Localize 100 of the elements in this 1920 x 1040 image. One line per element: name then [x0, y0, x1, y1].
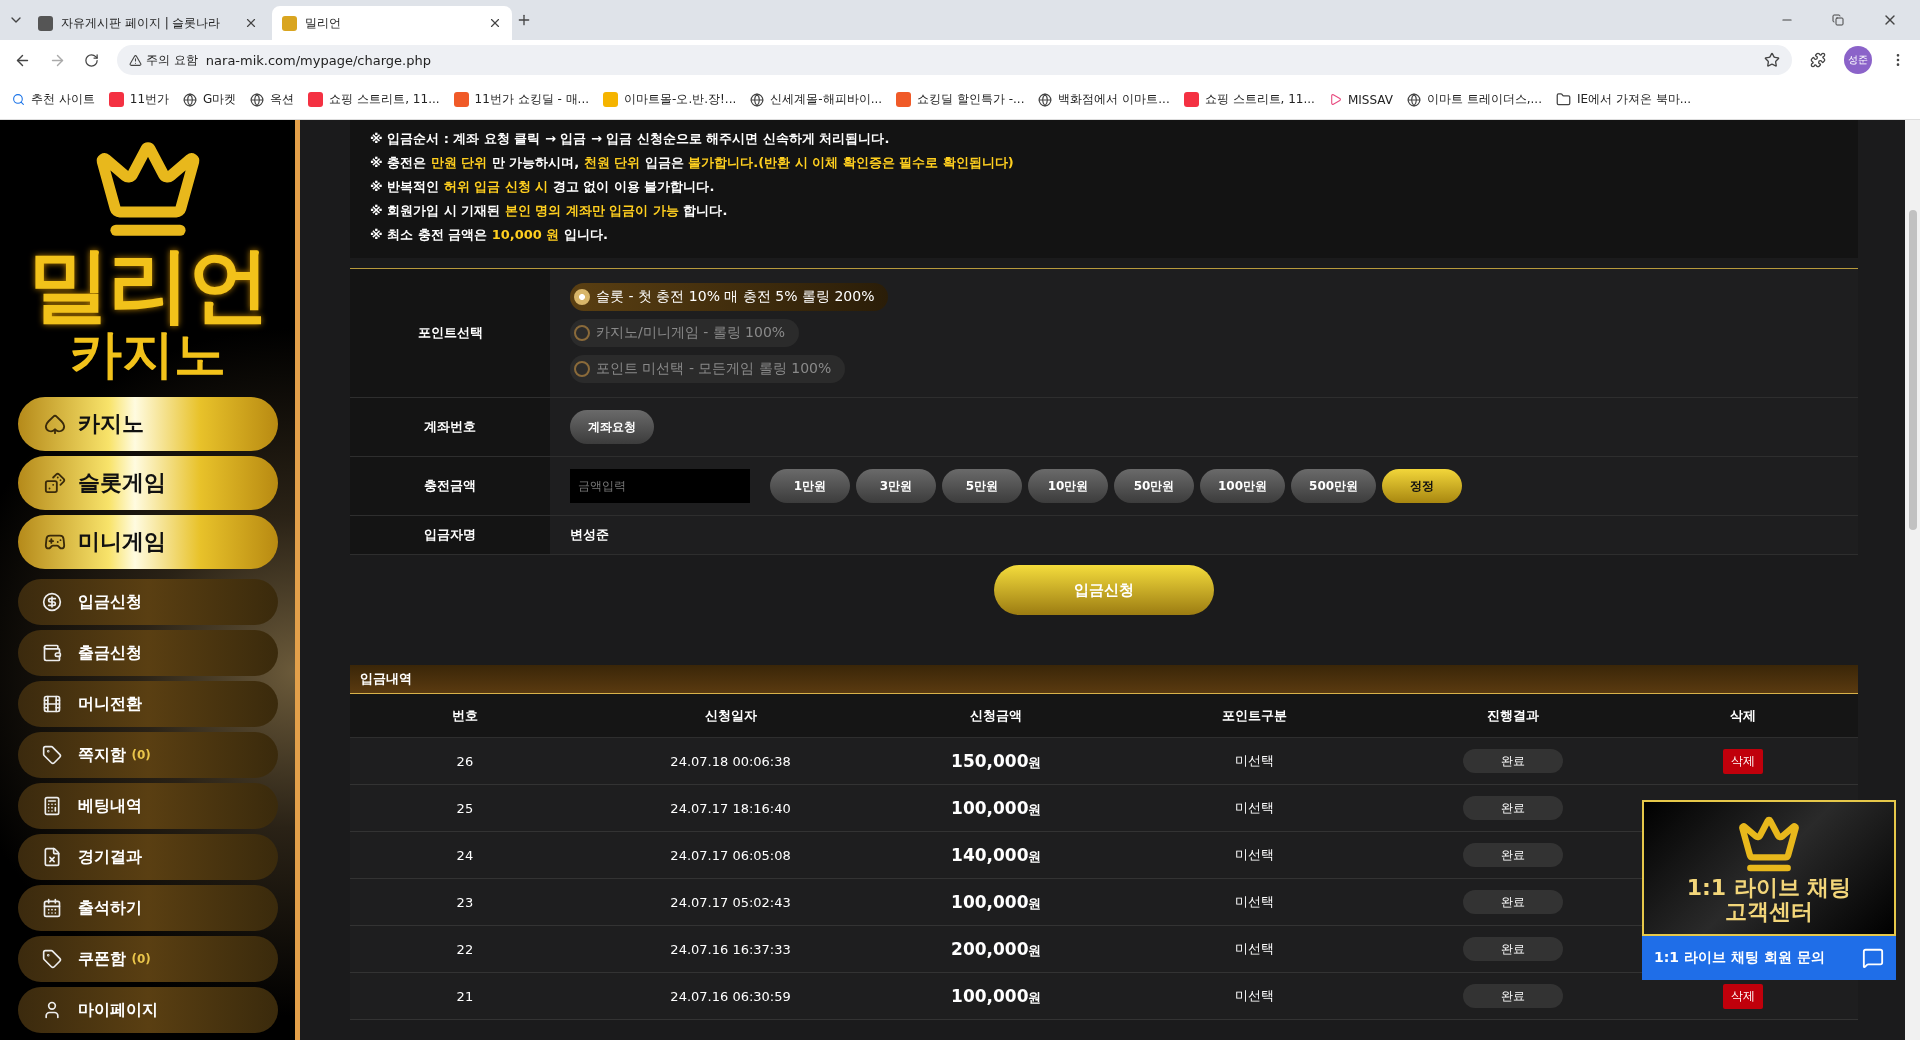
globe-icon [1406, 92, 1421, 107]
amount-cell: 200,000원 [951, 938, 1042, 960]
amount-cell: 140,000원 [951, 844, 1042, 866]
table-cell: 23 [456, 894, 474, 910]
profile-avatar[interactable]: 성준 [1844, 46, 1872, 74]
amount-button[interactable]: 500만원 [1291, 469, 1377, 503]
tag-icon [41, 745, 62, 766]
table-cell: 미선택 [1235, 940, 1275, 958]
sidebar-menu-item[interactable]: 쿠폰함 (0) [17, 936, 278, 983]
notice-line: ※ 충전은 만원 단위 만 가능하시며, 천원 단위 입금은 불가합니다.(반환 시 이체 확인증은 필수로 확인됩니다) [370, 154, 1015, 172]
account-request-button[interactable]: 계좌요청 [570, 410, 654, 444]
chat-bubble-icon [1862, 947, 1884, 969]
globe-icon [250, 92, 265, 107]
bookmark[interactable]: 11번가 쇼킹딜 - 매... [453, 91, 590, 108]
sidebar-menu-item[interactable]: 머니전환 [17, 681, 278, 728]
amount-cell: 100,000원 [951, 797, 1042, 819]
game-menu-button[interactable]: 미니게임 [17, 515, 278, 570]
table-cell: 24.07.16 16:37:33 [670, 941, 791, 957]
table-cell: 미선택 [1235, 846, 1275, 864]
table-cell: 24.07.17 06:05:08 [670, 847, 791, 863]
spade-icon [43, 413, 66, 436]
security-warning[interactable]: 주의 요함 [129, 51, 198, 69]
amount-cell: 100,000원 [951, 985, 1042, 1007]
sidebar-menu-item[interactable]: 경기결과 [17, 834, 278, 881]
chat-bar[interactable]: 1:1 라이브 채팅 회원 문의 [1642, 936, 1896, 980]
amount-button[interactable]: 100만원 [1200, 469, 1286, 503]
search-icon [12, 93, 25, 106]
scrollbar[interactable] [1905, 120, 1920, 1040]
bookmark[interactable]: MISSAV [1328, 92, 1393, 107]
table-cell: 24.07.18 00:06:38 [670, 753, 791, 769]
point-option[interactable]: 슬롯 - 첫 충전 10% 매 충전 5% 롤링 200% [570, 283, 889, 311]
point-option[interactable]: 포인트 미선택 - 모든게임 롤링 100% [570, 355, 846, 383]
sidebar-menu-item[interactable]: 마이페이지 [17, 987, 278, 1034]
chat-banner[interactable]: 1:1 라이브 채팅 고객센터 [1642, 800, 1896, 936]
dollar-coin-icon [41, 592, 62, 613]
bookmark[interactable]: 이마트몰-오.반.장!... [603, 91, 737, 108]
bookmark[interactable]: 쇼킹딜 할인특가 -... [896, 91, 1025, 108]
play-icon [1328, 93, 1342, 106]
delete-button[interactable]: 삭제 [1723, 983, 1764, 1009]
star-icon[interactable] [1764, 52, 1780, 68]
notice-line: ※ 입금순서 : 계좌 요청 클릭 → 입금 → 입금 신청순으로 해주시면 신속하게 처리됩니다. [370, 130, 891, 148]
count-label: (0) [131, 952, 151, 967]
logo-title: 밀리언 [27, 244, 268, 326]
bookmark[interactable]: 이마트 트레이더스,... [1406, 91, 1542, 108]
count-label: (0) [131, 748, 151, 763]
history-header: 입금내역 [350, 665, 1858, 694]
bookmark[interactable]: 추천 사이트 [12, 91, 95, 108]
bookmark[interactable]: 백화점에서 이마트... [1038, 91, 1170, 108]
new-tab-icon[interactable] [516, 12, 532, 28]
bookmark[interactable]: G마켓 [183, 91, 237, 108]
column-header: 진행결과 [1398, 694, 1629, 738]
close-icon[interactable] [488, 16, 502, 30]
globe-icon [750, 92, 765, 107]
bookmark[interactable]: IE에서 가져온 북마... [1556, 91, 1692, 108]
table-cell: 미선택 [1235, 752, 1275, 770]
amount-input[interactable]: 금액입력 [570, 469, 750, 503]
game-menu-button[interactable]: 카지노 [17, 397, 278, 452]
column-header: 번호 [350, 694, 580, 738]
bookmark[interactable]: 옥션 [250, 91, 295, 108]
bookmark[interactable]: 쇼핑 스트리트, 11... [308, 91, 440, 108]
point-option[interactable]: 카지노/미니게임 - 롤링 100% [570, 319, 800, 347]
browser-tab[interactable]: 자유게시판 페이지 | 슬롯나라 [28, 6, 268, 40]
amount-button[interactable]: 10만원 [1028, 469, 1108, 503]
table-cell: 24 [456, 847, 474, 863]
bookmark[interactable]: 신세계몰-해피바이... [750, 91, 883, 108]
sidebar-menu-item[interactable]: 입금신청 [17, 579, 278, 626]
table-cell: 22 [456, 941, 474, 957]
browser-tab[interactable]: 밀리언 [272, 6, 512, 40]
sidebar-menu-item[interactable]: 쪽지함 (0) [17, 732, 278, 779]
logo-subtitle: 카지노 [69, 326, 226, 384]
folder-icon [1556, 92, 1571, 107]
table-cell: 24.07.17 05:02:43 [670, 894, 791, 910]
reset-button[interactable]: 정정 [1382, 469, 1463, 503]
table-cell: 24.07.16 06:30:59 [670, 988, 791, 1004]
amount-button[interactable]: 50만원 [1114, 469, 1194, 503]
column-header: 삭제 [1628, 694, 1858, 738]
sidebar-menu-item[interactable]: 출석하기 [17, 885, 278, 932]
table-cell: 미선택 [1235, 799, 1275, 817]
game-menu-button[interactable]: 슬롯게임 [17, 456, 278, 511]
puzzle-icon[interactable] [1810, 52, 1826, 68]
calendar-icon [41, 898, 62, 919]
amount-button[interactable]: 1만원 [770, 469, 850, 503]
reload-icon[interactable] [84, 52, 99, 68]
amount-button[interactable]: 5만원 [942, 469, 1022, 503]
bookmark[interactable]: 11번가 [108, 91, 170, 108]
address-bar[interactable]: 주의 요함 nara-mik.com/mypage/charge.php [117, 45, 1792, 75]
close-icon[interactable] [244, 16, 258, 30]
table-cell: 미선택 [1235, 893, 1275, 911]
status-badge: 완료 [1463, 937, 1564, 961]
restore-icon[interactable] [1832, 12, 1844, 28]
sidebar-menu-item[interactable]: 출금신청 [17, 630, 278, 677]
table-cell: 21 [456, 988, 474, 1004]
amount-button[interactable]: 3만원 [856, 469, 936, 503]
delete-button[interactable]: 삭제 [1723, 748, 1764, 774]
field-label: 포인트선택 [350, 269, 550, 398]
tag-icon [41, 949, 62, 970]
sidebar-menu-item[interactable]: 베팅내역 [17, 783, 278, 830]
depositor-name: 변성준 [570, 526, 609, 544]
site-icon [282, 15, 297, 31]
bookmark[interactable]: 쇼핑 스트리트, 11... [1183, 91, 1315, 108]
